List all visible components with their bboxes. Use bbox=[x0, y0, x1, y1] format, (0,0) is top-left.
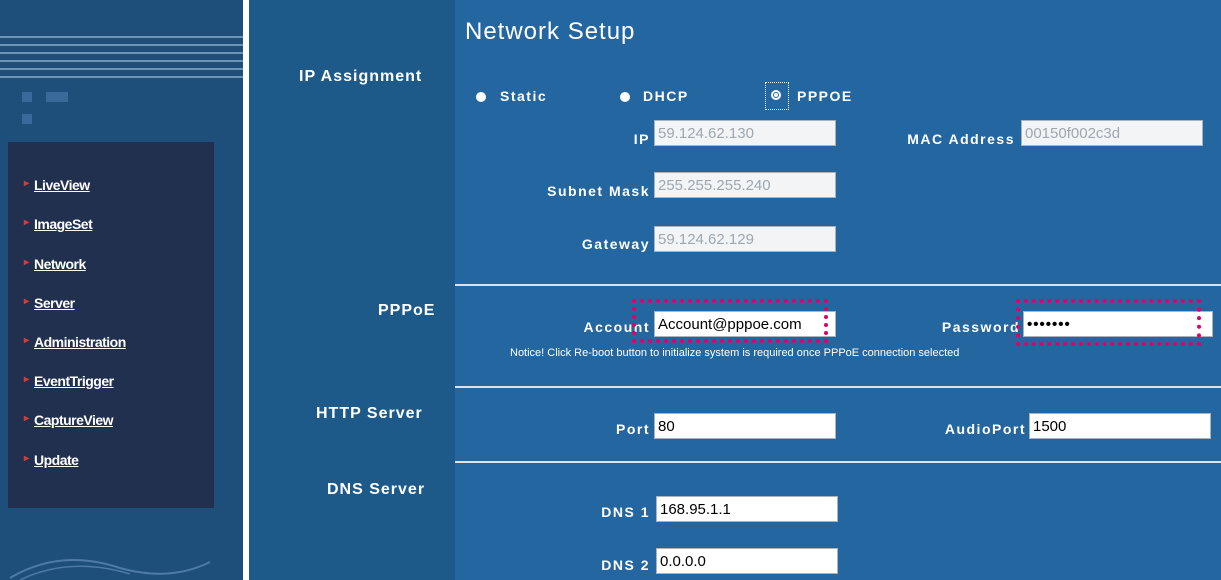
bullet-icon: ▸ bbox=[24, 178, 29, 189]
label-subnet-mask: Subnet Mask bbox=[547, 183, 650, 199]
bullet-icon: ▸ bbox=[24, 374, 29, 385]
decor-stripe bbox=[0, 60, 243, 62]
dns-2-field[interactable] bbox=[656, 548, 838, 574]
nav-item-eventtrigger[interactable]: ▸ EventTrigger bbox=[24, 373, 114, 389]
decor-square bbox=[46, 92, 68, 102]
decor-stripe bbox=[0, 44, 243, 46]
section-label-http-server: HTTP Server bbox=[316, 405, 423, 422]
mac-address-field[interactable] bbox=[1021, 120, 1203, 146]
nav-item-captureview[interactable]: ▸ CaptureView bbox=[24, 412, 114, 428]
decor-stripe bbox=[0, 52, 243, 54]
decor-square bbox=[22, 114, 32, 124]
nav-item-imageset[interactable]: ▸ ImageSet bbox=[24, 216, 93, 232]
section-separator bbox=[455, 386, 1221, 388]
section-label-ip-assignment: IP Assignment bbox=[299, 68, 423, 85]
radio-pppoe[interactable] bbox=[771, 90, 781, 100]
section-label-column: IP Assignment PPPoE HTTP Server DNS Serv… bbox=[249, 0, 455, 580]
radio-label-dhcp: DHCP bbox=[643, 88, 689, 104]
section-label-dns-server: DNS Server bbox=[327, 481, 426, 498]
radio-dhcp[interactable] bbox=[620, 92, 630, 102]
label-ip: IP bbox=[633, 131, 650, 147]
label-account: Account bbox=[583, 319, 650, 335]
nav-item-label: Server bbox=[34, 295, 75, 311]
label-dns-2: DNS 2 bbox=[601, 557, 650, 573]
gateway-field[interactable] bbox=[654, 226, 836, 252]
nav-item-label: Update bbox=[34, 452, 79, 468]
port-field[interactable] bbox=[654, 413, 836, 439]
decor-stripe bbox=[0, 76, 243, 78]
content-area bbox=[455, 0, 1221, 580]
nav-item-label: ImageSet bbox=[34, 216, 93, 232]
label-gateway: Gateway bbox=[581, 236, 650, 252]
decor-square bbox=[22, 92, 32, 102]
subnet-mask-field[interactable] bbox=[654, 172, 836, 198]
account-highlight bbox=[632, 299, 828, 343]
nav-item-label: EventTrigger bbox=[34, 373, 114, 389]
label-port: Port bbox=[616, 421, 650, 437]
pppoe-notice: Notice! Click Re-boot button to initiali… bbox=[510, 347, 960, 359]
bullet-icon: ▸ bbox=[24, 257, 29, 268]
nav-item-liveview[interactable]: ▸ LiveView bbox=[24, 177, 90, 193]
ip-field[interactable] bbox=[654, 120, 836, 146]
radio-label-pppoe: PPPOE bbox=[797, 88, 853, 104]
label-dns-1: DNS 1 bbox=[601, 504, 650, 520]
audio-port-field[interactable] bbox=[1029, 413, 1211, 439]
nav-item-label: LiveView bbox=[34, 177, 90, 193]
logo-swirl-icon bbox=[9, 559, 211, 580]
section-separator bbox=[455, 284, 1221, 286]
nav-item-label: CaptureView bbox=[34, 412, 114, 428]
nav-item-network[interactable]: ▸ Network bbox=[24, 256, 86, 272]
nav-item-label: Network bbox=[34, 256, 86, 272]
section-label-pppoe: PPPoE bbox=[378, 302, 436, 319]
bullet-icon: ▸ bbox=[24, 413, 29, 424]
bullet-icon: ▸ bbox=[24, 296, 29, 307]
bullet-icon: ▸ bbox=[24, 453, 29, 464]
bullet-icon: ▸ bbox=[24, 217, 29, 228]
label-audio-port: AudioPort bbox=[944, 421, 1026, 437]
nav-item-label: Administration bbox=[34, 334, 126, 350]
radio-label-static: Static bbox=[500, 88, 548, 104]
nav-item-server[interactable]: ▸ Server bbox=[24, 295, 75, 311]
dns-1-field[interactable] bbox=[656, 496, 838, 522]
nav-item-administration[interactable]: ▸ Administration bbox=[24, 334, 126, 350]
decor-stripe bbox=[0, 36, 243, 38]
bullet-icon: ▸ bbox=[24, 335, 29, 346]
label-mac-address: MAC Address bbox=[907, 131, 1015, 147]
decor-stripe bbox=[0, 68, 243, 70]
nav-item-update[interactable]: ▸ Update bbox=[24, 452, 79, 468]
password-highlight bbox=[1016, 299, 1201, 346]
radio-static[interactable] bbox=[476, 92, 486, 102]
label-password: Password bbox=[941, 319, 1020, 335]
nav-panel: ▸ LiveView ▸ ImageSet ▸ Network ▸ Server… bbox=[8, 142, 214, 508]
page-title: Network Setup bbox=[465, 18, 636, 45]
section-separator bbox=[455, 461, 1221, 463]
